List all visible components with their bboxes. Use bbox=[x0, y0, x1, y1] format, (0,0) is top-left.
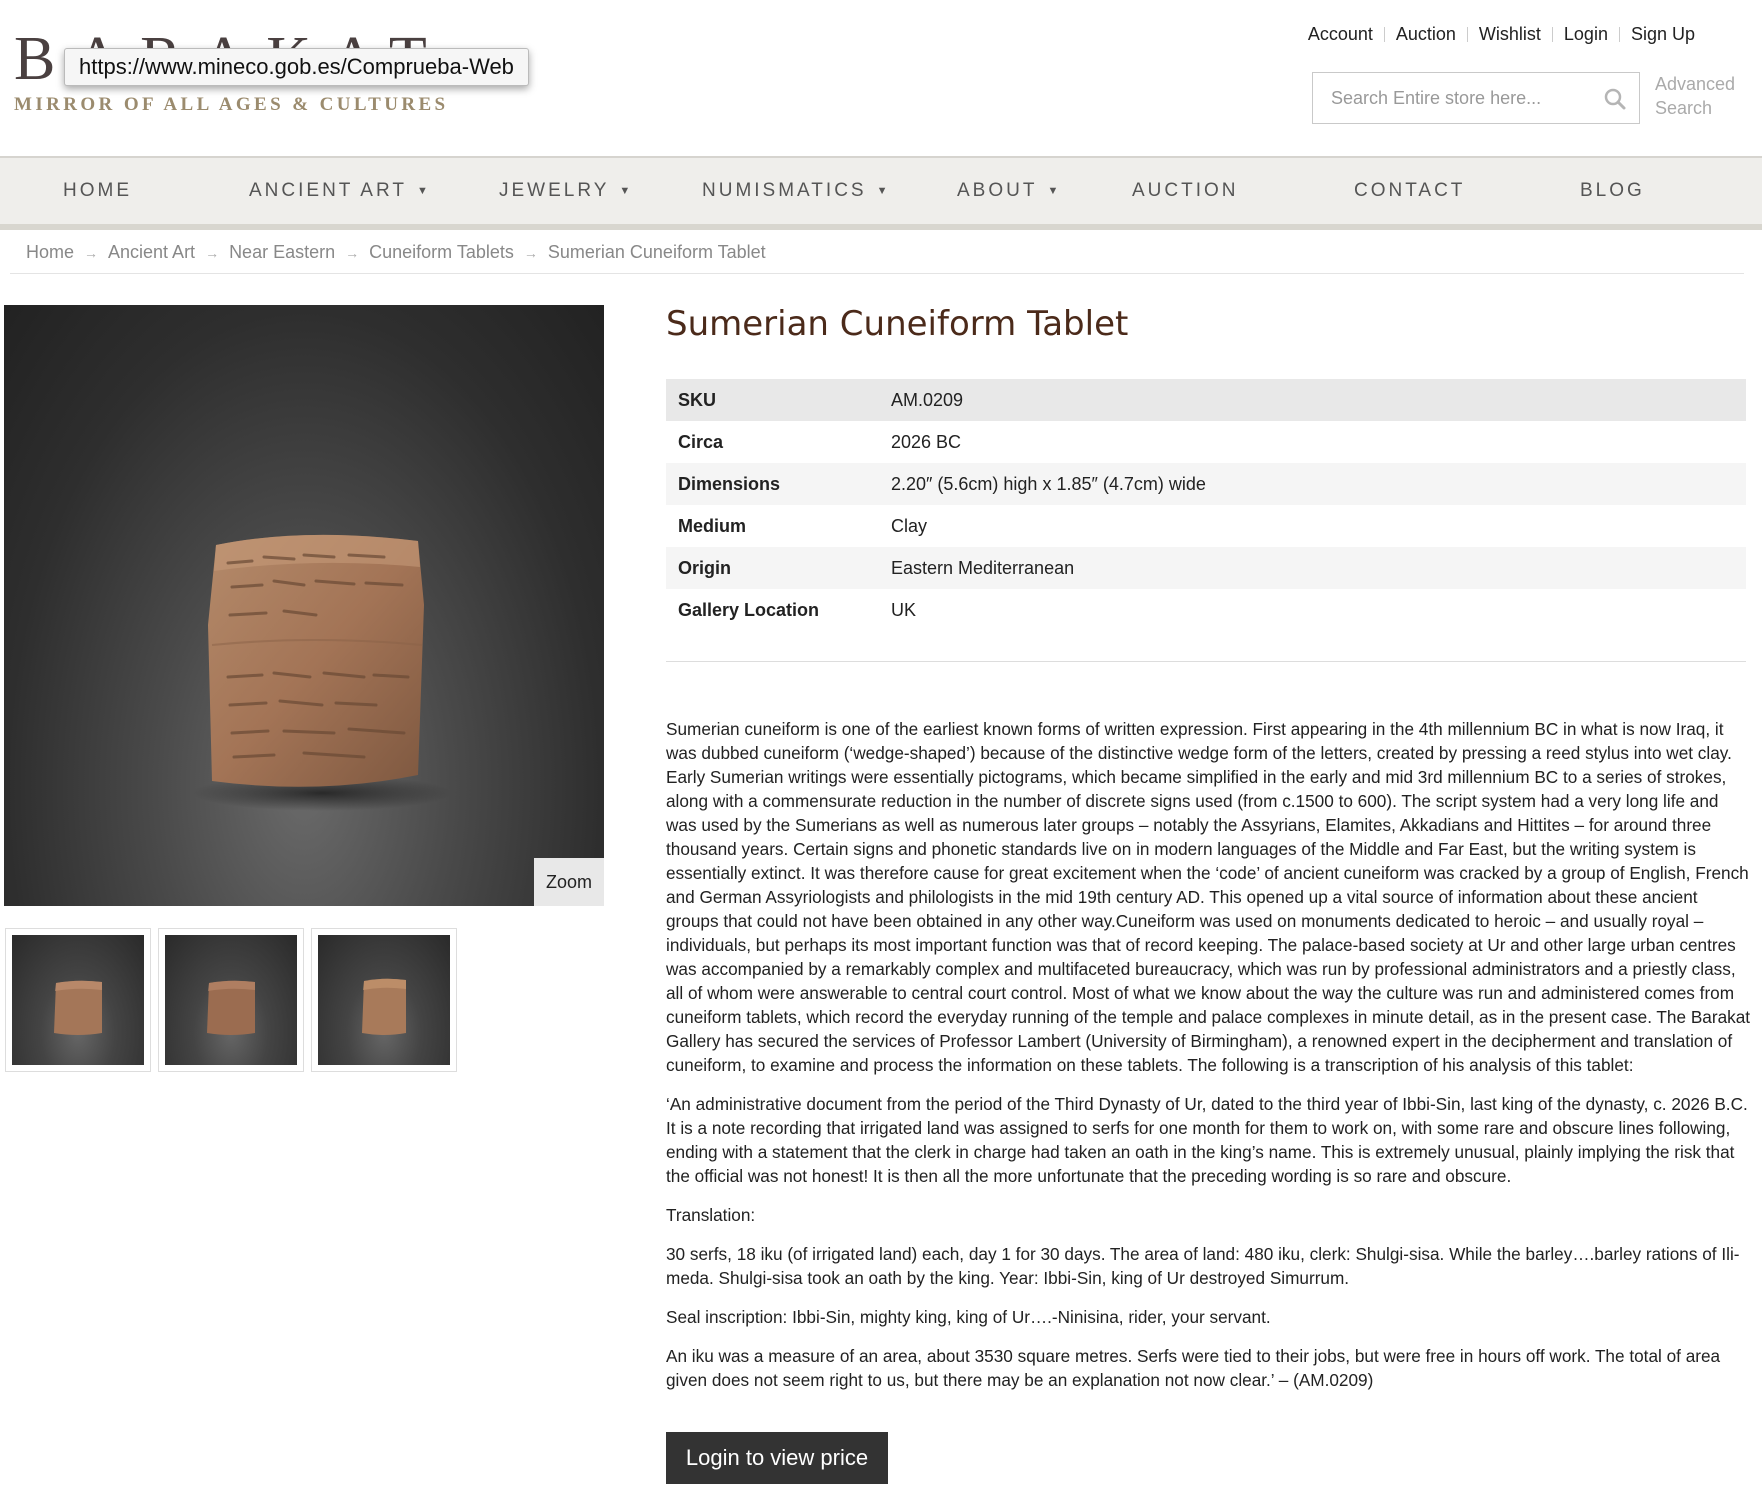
product-title: Sumerian Cuneiform Tablet bbox=[666, 304, 1129, 344]
tablet-thumb bbox=[207, 980, 255, 1035]
nav-home[interactable]: HOME bbox=[63, 158, 132, 224]
advanced-search-line1: Advanced bbox=[1655, 74, 1736, 94]
attr-value: AM.0209 bbox=[879, 379, 1746, 421]
breadcrumb-ancient-art[interactable]: Ancient Art bbox=[108, 242, 195, 263]
table-row: Medium Clay bbox=[666, 505, 1746, 547]
thumbnail-strip bbox=[5, 928, 464, 1072]
attr-value: UK bbox=[891, 599, 917, 620]
table-row: Dimensions 2.20″ (5.6cm) high x 1.85″ (4.… bbox=[666, 463, 1746, 505]
nav-contact[interactable]: CONTACT bbox=[1354, 158, 1465, 224]
chevron-down-icon: ▼ bbox=[1047, 185, 1059, 197]
arrow-right-icon: → bbox=[84, 244, 99, 261]
description-paragraph: Sumerian cuneiform is one of the earlies… bbox=[666, 719, 1751, 1075]
tablet-photo bbox=[192, 534, 452, 811]
nav-label: NUMISMATICS bbox=[702, 180, 867, 201]
nav-jewelry[interactable]: JEWELRY ▼ bbox=[499, 158, 630, 224]
nav-label: HOME bbox=[63, 180, 132, 201]
attr-key: Gallery Location bbox=[678, 599, 820, 620]
arrow-right-icon: → bbox=[523, 244, 538, 261]
description-paragraph: An iku was a measure of an area, about 3… bbox=[666, 1346, 1721, 1390]
description-paragraph: Seal inscription: Ibbi-Sin, mighty king,… bbox=[666, 1307, 1271, 1327]
table-row: Origin Eastern Mediterranean bbox=[666, 547, 1746, 589]
signup-link[interactable]: Sign Up bbox=[1620, 24, 1706, 45]
breadcrumb-near-eastern[interactable]: Near Eastern bbox=[229, 242, 335, 263]
logo-tagline: MIRROR OF ALL AGES & CULTURES bbox=[14, 94, 449, 115]
table-row: Gallery Location UK bbox=[666, 589, 1746, 631]
nav-ancient-art[interactable]: ANCIENT ART ▼ bbox=[249, 158, 428, 224]
attributes-table: SKU AM.0209 Circa 2026 BC Dimensions 2.20″ … bbox=[666, 379, 1746, 631]
advanced-search-line2: Search bbox=[1655, 98, 1713, 118]
description-paragraph: 30 serfs, 18 iku (of irrigated land) eac… bbox=[666, 1244, 1740, 1288]
auction-link[interactable]: Auction bbox=[1385, 24, 1467, 45]
product-description: Sumerian cuneiform is one of the earlies… bbox=[666, 717, 1751, 1407]
nav-blog[interactable]: BLOG bbox=[1580, 158, 1645, 224]
breadcrumb-cuneiform-tablets[interactable]: Cuneiform Tablets bbox=[369, 242, 514, 263]
url-tooltip: https://www.mineco.gob.es/Comprueba-Web bbox=[64, 48, 529, 86]
nav-label: CONTACT bbox=[1354, 180, 1466, 201]
wishlist-link[interactable]: Wishlist bbox=[1468, 24, 1552, 45]
divider bbox=[666, 661, 1746, 662]
top-links: Account Auction Wishlist Login Sign Up bbox=[1297, 24, 1706, 45]
attr-key: Medium bbox=[678, 515, 747, 536]
attr-key: Origin bbox=[666, 547, 879, 589]
chevron-down-icon: ▼ bbox=[619, 185, 631, 197]
thumbnail-image bbox=[318, 935, 450, 1065]
main-nav: HOME ANCIENT ART ▼ JEWELRY ▼ NUMISMATICS ▼ … bbox=[0, 156, 1762, 230]
thumbnail[interactable] bbox=[311, 928, 457, 1072]
advanced-search-link[interactable]: Advanced Search bbox=[1655, 72, 1735, 120]
attr-value: 2.20″ (5.6cm) high x 1.85″ (4.7cm) wide bbox=[879, 463, 1746, 505]
arrow-right-icon: → bbox=[345, 244, 360, 261]
zoom-button[interactable]: Zoom bbox=[534, 858, 604, 906]
attr-key: Circa bbox=[678, 431, 724, 452]
search-box bbox=[1312, 72, 1640, 124]
attr-key: SKU bbox=[666, 379, 879, 421]
thumbnail-image bbox=[12, 935, 144, 1065]
product-main-image[interactable]: Zoom bbox=[4, 305, 604, 906]
tablet-thumb bbox=[362, 978, 406, 1035]
tablet-thumb bbox=[54, 980, 102, 1035]
attr-value: 2026 BC bbox=[891, 431, 962, 452]
description-paragraph: Translation: bbox=[666, 1205, 756, 1225]
nav-label: AUCTION bbox=[1132, 180, 1239, 201]
attr-value: Clay bbox=[891, 515, 928, 536]
nav-label: JEWELRY bbox=[499, 180, 610, 201]
thumbnail-image bbox=[165, 935, 297, 1065]
search-icon[interactable] bbox=[1603, 87, 1627, 111]
chevron-down-icon: ▼ bbox=[416, 185, 428, 197]
description-paragraph: ‘An administrative document from the per… bbox=[666, 1094, 1748, 1186]
arrow-right-icon: → bbox=[205, 244, 220, 261]
breadcrumb-current: Sumerian Cuneiform Tablet bbox=[547, 242, 766, 262]
search-input[interactable] bbox=[1313, 73, 1601, 123]
nav-label: BLOG bbox=[1580, 180, 1645, 201]
table-row: Circa 2026 BC bbox=[666, 421, 1746, 463]
nav-auction[interactable]: AUCTION bbox=[1132, 158, 1239, 224]
account-link[interactable]: Account bbox=[1297, 24, 1384, 45]
chevron-down-icon: ▼ bbox=[876, 185, 888, 197]
breadcrumb-home[interactable]: Home bbox=[26, 242, 74, 263]
nav-numismatics[interactable]: NUMISMATICS ▼ bbox=[702, 158, 887, 224]
thumbnail[interactable] bbox=[158, 928, 304, 1072]
login-to-view-price-button[interactable]: Login to view price bbox=[666, 1432, 888, 1484]
breadcrumb: Home → Ancient Art → Near Eastern → Cune… bbox=[10, 232, 1744, 274]
nav-about[interactable]: ABOUT ▼ bbox=[957, 158, 1058, 224]
table-row: SKU AM.0209 bbox=[666, 379, 1746, 421]
attr-value: Eastern Mediterranean bbox=[879, 547, 1746, 589]
attr-key: Dimensions bbox=[666, 463, 879, 505]
login-link[interactable]: Login bbox=[1553, 24, 1619, 45]
thumbnail[interactable] bbox=[5, 928, 151, 1072]
nav-label: ABOUT bbox=[957, 180, 1038, 201]
nav-label: ANCIENT ART bbox=[249, 180, 407, 201]
